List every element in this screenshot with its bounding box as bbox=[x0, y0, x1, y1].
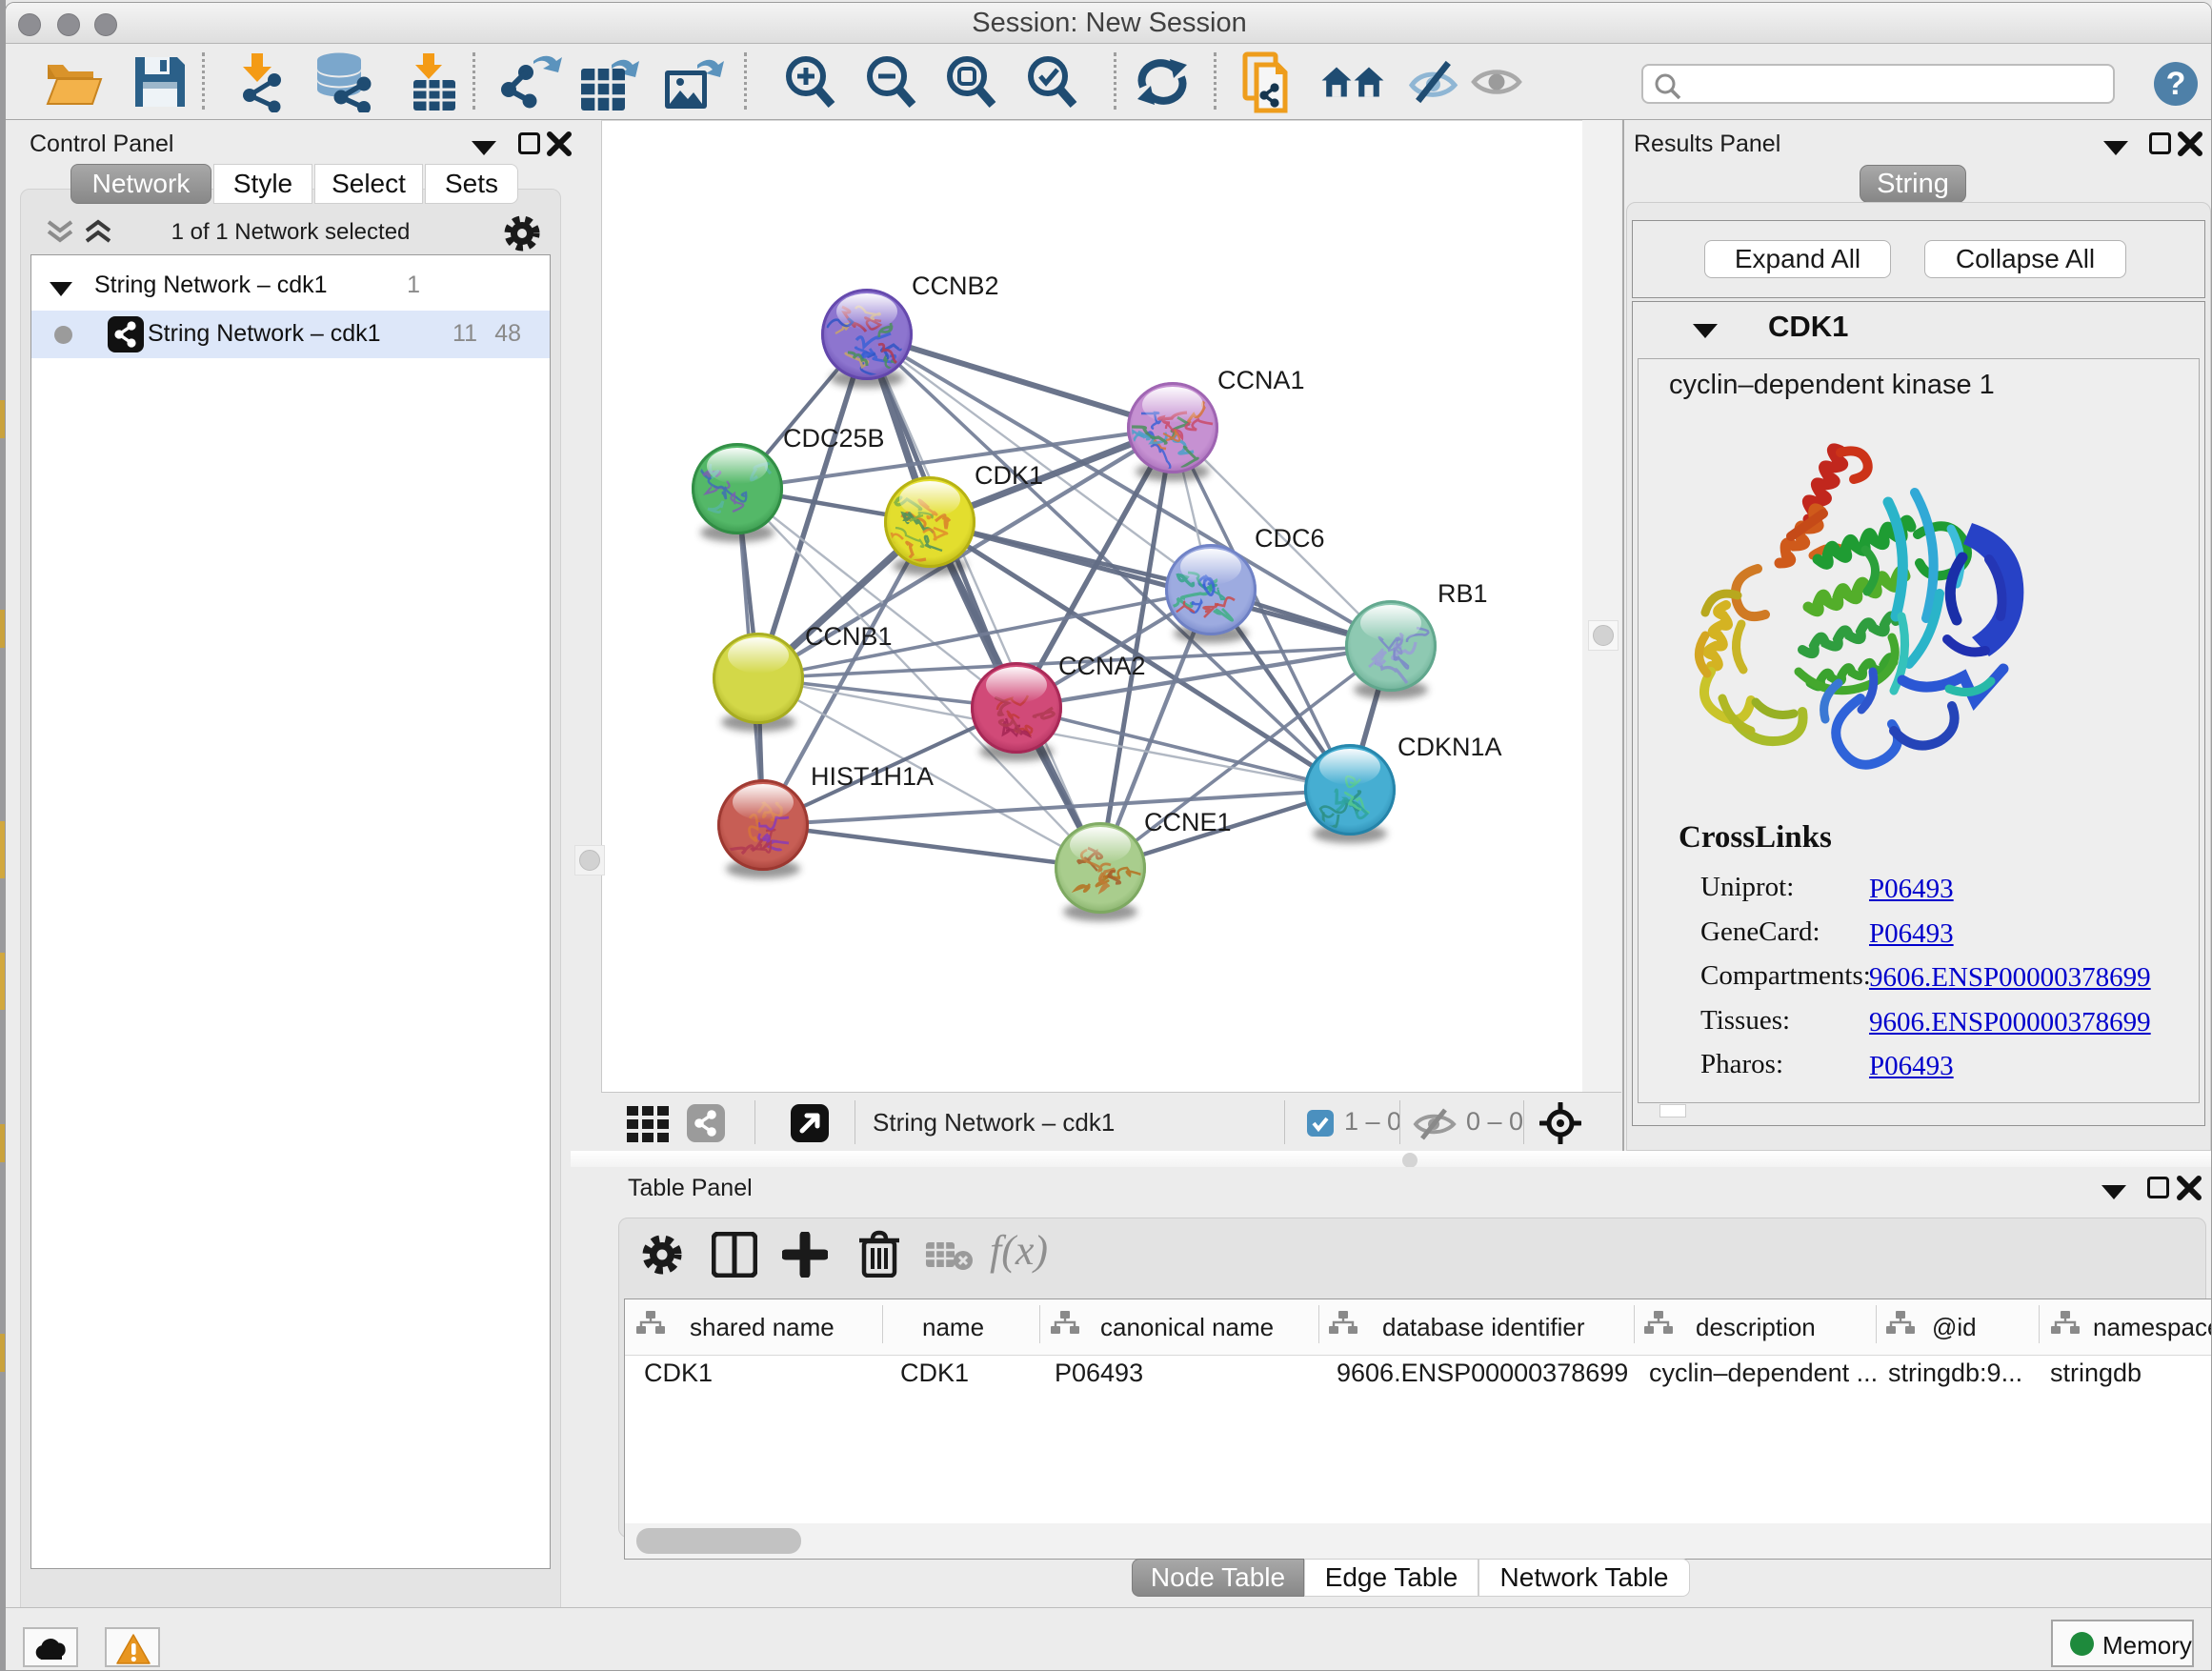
svg-text:CCNB2: CCNB2 bbox=[912, 272, 999, 300]
svg-text:HIST1H1A: HIST1H1A bbox=[811, 762, 934, 791]
svg-text:CCNB1: CCNB1 bbox=[805, 622, 893, 651]
svg-text:CCNA1: CCNA1 bbox=[1217, 366, 1305, 394]
svg-text:CDK1: CDK1 bbox=[975, 461, 1043, 490]
svg-text:CDKN1A: CDKN1A bbox=[1398, 733, 1502, 761]
svg-text:CDC25B: CDC25B bbox=[783, 424, 885, 453]
svg-text:CCNE1: CCNE1 bbox=[1144, 808, 1232, 836]
svg-text:CCNA2: CCNA2 bbox=[1058, 652, 1146, 680]
svg-text:RB1: RB1 bbox=[1438, 579, 1488, 608]
svg-text:CDC6: CDC6 bbox=[1255, 524, 1325, 553]
